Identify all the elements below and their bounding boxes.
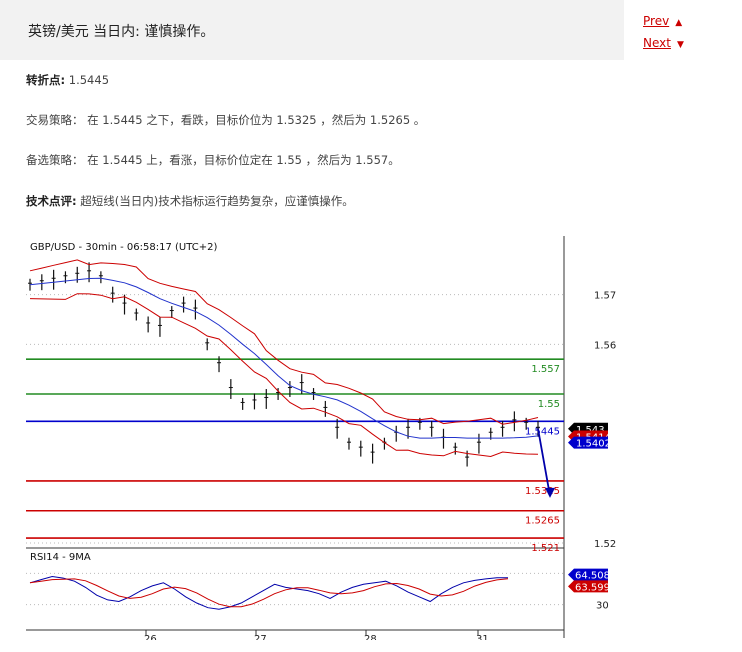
comment-text: 超短线(当日内)技术指标运行趋势复杂，应谨慎操作。 (80, 194, 354, 208)
next-link[interactable]: Next ▼ (643, 36, 684, 50)
rsi-badge-label: 64.508 (575, 571, 610, 582)
strategy-label: 交易策略： (26, 113, 84, 127)
rsi-tick-label: 30 (596, 601, 609, 612)
chart-svg: 1.57 1.56 1.52 26 27 28 31 GBP/USD - 30min - 06… (26, 236, 617, 645)
x-tick-label: 28 (364, 634, 377, 640)
alt-strategy-line: 备选策略： 在 1.5445 上，看涨，目标价位定在 1.55 ，然后为 1.5… (26, 152, 400, 168)
prev-label: Prev (643, 14, 670, 28)
bollinger-upper-line (29, 259, 539, 425)
chart-title: GBP/USD - 30min - 06:58:17 (UTC+2) (30, 242, 217, 253)
x-tick-label: 31 (476, 634, 489, 640)
level-label: 1.55 (538, 399, 560, 410)
level-label: 1.5325 (525, 486, 560, 497)
level-label: 1.5265 (525, 516, 560, 527)
strategy-text: 在 1.5445 之下，看跌，目标价位为 1.5325 ，然后为 1.5265 … (87, 113, 426, 127)
rsi-title: RSI14 - 9MA (30, 552, 91, 563)
y-tick-label: 1.52 (594, 539, 616, 550)
comment-line: 技术点评: 超短线(当日内)技术指标运行趋势复杂，应谨慎操作。 (26, 193, 354, 209)
y-tick-label: 1.57 (594, 291, 616, 302)
level-label: 1.521 (531, 543, 560, 554)
price-chart: 1.57 1.56 1.52 26 27 28 31 GBP/USD - 30min - 06… (26, 236, 706, 645)
rsi-badge-label: 63.599 (575, 582, 610, 593)
alt-strategy-label: 备选策略： (26, 153, 84, 167)
page-title: 英镑/美元 当日内: 谨慎操作。 (28, 24, 215, 40)
alt-strategy-text: 在 1.5445 上，看涨，目标价位定在 1.55 ，然后为 1.557。 (87, 153, 400, 167)
next-label: Next (643, 36, 671, 50)
level-label: 1.557 (531, 364, 560, 375)
comment-label: 技术点评: (26, 194, 77, 208)
pivot-value: 1.5445 (68, 73, 110, 87)
x-tick-label: 27 (254, 634, 267, 640)
rsi-ma-line (29, 578, 509, 608)
price-badge-label: 1.54021 (576, 439, 617, 450)
strategy-line: 交易策略： 在 1.5445 之下，看跌，目标价位为 1.5325 ，然后为 1… (26, 112, 425, 128)
pivot-label: 转折点: (26, 73, 66, 87)
pivot-line: 转折点: 1.5445 (26, 72, 109, 88)
triangle-up-icon: ▲ (675, 18, 683, 28)
page-header: 英镑/美元 当日内: 谨慎操作。 (0, 0, 624, 60)
y-tick-label: 1.56 (594, 340, 616, 351)
bollinger-lower-line (29, 293, 539, 458)
x-tick-label: 26 (144, 634, 157, 640)
level-label: 1.5445 (525, 426, 560, 437)
rsi-line (29, 575, 508, 610)
prev-link[interactable]: Prev ▲ (643, 14, 682, 28)
moving-average-line (29, 277, 539, 439)
triangle-down-icon: ▼ (676, 40, 684, 50)
